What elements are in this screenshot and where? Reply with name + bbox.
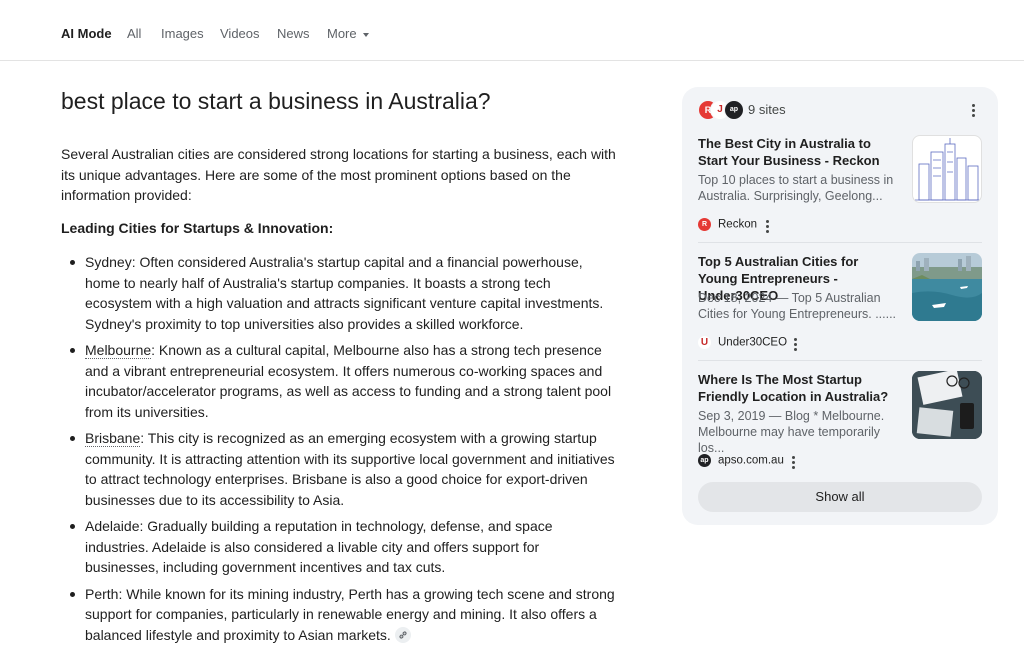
- term-adelaide: Adelaide: [85, 518, 140, 534]
- source-card-under30ceo[interactable]: Top 5 Australian Cities for Young Entrep…: [698, 253, 982, 353]
- item-text: : While known for its mining industry, P…: [85, 585, 615, 643]
- tab-images[interactable]: Images: [161, 26, 204, 42]
- list-item-perth: Perth: While known for its mining indust…: [70, 584, 617, 646]
- source-site[interactable]: ap apso.com.au: [698, 454, 784, 467]
- term-perth: Perth: [85, 585, 119, 602]
- answer-intro: Several Australian cities are considered…: [61, 146, 616, 203]
- apso-logo-icon: ap: [698, 454, 711, 467]
- source-title[interactable]: Where Is The Most Startup Friendly Locat…: [698, 371, 898, 405]
- source-name: apso.com.au: [718, 454, 784, 467]
- harbour-photo-thumbnail[interactable]: [912, 253, 982, 321]
- tab-more[interactable]: More: [327, 26, 369, 42]
- list-item-sydney: Sydney: Often considered Australia's sta…: [70, 252, 617, 334]
- list-item-brisbane: Brisbane: This city is recognized as an …: [70, 428, 617, 510]
- show-all-button[interactable]: Show all: [698, 482, 982, 512]
- divider: [698, 242, 982, 243]
- source-snippet: Top 10 places to start a business in Aus…: [698, 173, 894, 203]
- top-navigation: AI Mode All Images Videos News More: [0, 0, 1024, 61]
- caret-down-icon: [362, 32, 369, 37]
- divider: [698, 360, 982, 361]
- apso-favicon-icon: ap: [724, 100, 744, 120]
- source-site[interactable]: U Under30CEO: [698, 336, 787, 349]
- source-title[interactable]: The Best City in Australia to Start Your…: [698, 135, 898, 169]
- source-options-icon[interactable]: [794, 338, 798, 353]
- term-brisbane[interactable]: Brisbane: [85, 430, 141, 447]
- item-text: : Gradually building a reputation in tec…: [85, 518, 553, 575]
- city-list: Sydney: Often considered Australia's sta…: [61, 252, 617, 651]
- term-sydney: Sydney: [85, 254, 132, 270]
- source-options-icon[interactable]: [792, 456, 796, 471]
- more-options-icon[interactable]: [972, 104, 976, 119]
- sites-count: 9 sites: [748, 102, 786, 117]
- list-item-adelaide: Adelaide: Gradually building a reputatio…: [70, 516, 617, 578]
- desk-photo-thumbnail[interactable]: [912, 371, 982, 439]
- tab-all[interactable]: All: [127, 26, 141, 42]
- list-item-melbourne: Melbourne: Known as a cultural capital, …: [70, 340, 617, 422]
- source-card-reckon[interactable]: The Best City in Australia to Start Your…: [698, 135, 982, 235]
- tab-more-label: More: [327, 26, 357, 41]
- source-name: Reckon: [718, 218, 757, 231]
- sources-panel: R J ap 9 sites The Best City in Australi…: [682, 87, 998, 525]
- city-sketch-thumbnail[interactable]: [912, 135, 982, 203]
- tab-videos[interactable]: Videos: [220, 26, 260, 42]
- ai-answer: best place to start a business in Austra…: [61, 86, 621, 643]
- reckon-logo-icon: R: [698, 218, 711, 231]
- tab-ai-mode[interactable]: AI Mode: [61, 26, 112, 42]
- source-card-apso[interactable]: Where Is The Most Startup Friendly Locat…: [698, 371, 982, 471]
- item-text: : Often considered Australia's startup c…: [85, 254, 604, 332]
- under30ceo-logo-icon: U: [698, 336, 711, 349]
- section-heading: Leading Cities for Startups & Innovation…: [61, 220, 334, 236]
- link-icon[interactable]: [394, 626, 411, 643]
- item-text: : This city is recognized as an emerging…: [85, 430, 615, 508]
- term-melbourne[interactable]: Melbourne: [85, 342, 152, 359]
- source-name: Under30CEO: [718, 336, 788, 349]
- source-snippet: Dec 18, 2024 — Top 5 Australian Cities f…: [698, 291, 897, 321]
- source-snippet: Sep 3, 2019 — Blog * Melbourne. Melbourn…: [698, 409, 885, 455]
- source-options-icon[interactable]: [766, 220, 770, 235]
- query-heading: best place to start a business in Austra…: [61, 88, 491, 114]
- item-text: : Known as a cultural capital, Melbourne…: [85, 342, 612, 420]
- tab-news[interactable]: News: [277, 26, 310, 42]
- source-site[interactable]: R Reckon: [698, 218, 757, 231]
